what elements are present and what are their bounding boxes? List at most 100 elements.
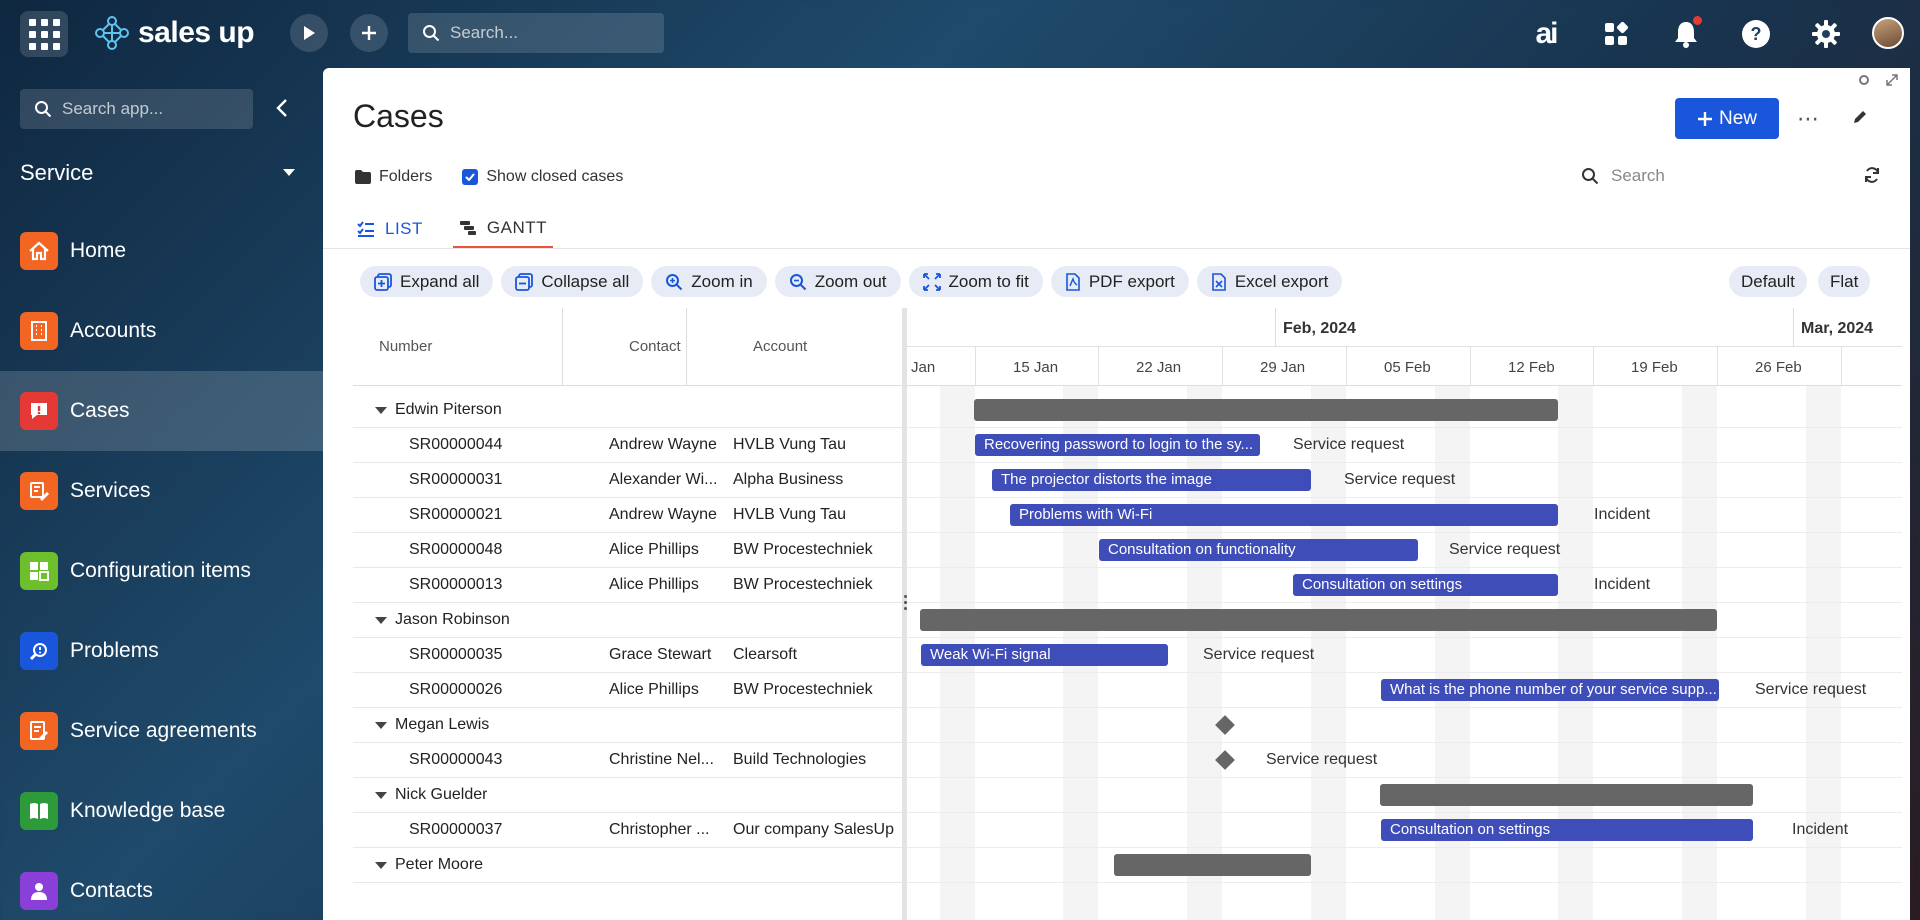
list-search-placeholder: Search — [1611, 166, 1665, 185]
app-search[interactable] — [20, 89, 253, 129]
caret-down-icon[interactable] — [375, 791, 387, 799]
milestone-diamond[interactable] — [1215, 750, 1235, 770]
cases-grid: Number Contact Account Edwin Piterson SR0… — [353, 308, 903, 920]
edit-pencil-icon[interactable] — [1851, 108, 1869, 131]
list-search[interactable]: Search — [1581, 166, 1665, 186]
sidebar-item-accounts[interactable]: Accounts — [0, 291, 323, 371]
panel-settings-icon[interactable] — [1858, 74, 1870, 86]
column-divider[interactable] — [686, 308, 687, 386]
top-bar: sales up ai ? — [0, 0, 1920, 68]
sidebar-item-configuration-items[interactable]: Configuration items — [0, 531, 323, 611]
column-header-contact[interactable]: Contact — [629, 338, 681, 355]
view-default-button[interactable]: Default — [1729, 266, 1807, 297]
summary-bar[interactable] — [1380, 784, 1753, 806]
group-header[interactable]: Megan Lewis — [375, 716, 489, 734]
task-bar[interactable]: What is the phone number of your service… — [1381, 679, 1719, 701]
case-contact: Grace Stewart — [609, 646, 712, 663]
table-row[interactable]: SR00000013 Alice Phillips BW Procestechnie… — [353, 568, 903, 603]
play-button[interactable] — [290, 14, 328, 52]
new-case-button[interactable]: New — [1675, 98, 1779, 139]
show-closed-cases-checkbox[interactable]: Show closed cases — [462, 168, 623, 186]
caret-down-icon[interactable] — [375, 616, 387, 624]
column-header-number[interactable]: Number — [379, 338, 432, 355]
task-bar[interactable]: Consultation on settings — [1381, 819, 1753, 841]
month-divider — [1275, 308, 1276, 347]
task-bar[interactable]: Consultation on functionality — [1099, 539, 1418, 561]
global-search[interactable] — [408, 13, 664, 53]
task-bar[interactable]: Recovering password to login to the sy..… — [975, 434, 1260, 456]
ai-button[interactable]: ai — [1528, 16, 1564, 52]
expand-all-button[interactable]: Expand all — [360, 266, 494, 297]
summary-bar[interactable] — [920, 609, 1717, 631]
task-bar[interactable]: Consultation on settings — [1293, 574, 1558, 596]
sidebar-item-service-agreements[interactable]: Service agreements — [0, 691, 323, 771]
sidebar-item-home[interactable]: Home — [0, 211, 323, 291]
summary-bar[interactable] — [1114, 854, 1311, 876]
month-divider — [1793, 308, 1794, 347]
sidebar-item-cases[interactable]: Cases — [0, 371, 323, 451]
notifications-icon[interactable] — [1668, 16, 1704, 52]
sidebar-item-problems[interactable]: Problems — [0, 611, 323, 691]
brand-logo[interactable]: sales up — [92, 10, 255, 56]
table-row[interactable]: SR00000043 Christine Nel... Build Technolo… — [353, 743, 903, 778]
settings-gear-icon[interactable] — [1808, 16, 1844, 52]
group-header[interactable]: Peter Moore — [375, 856, 483, 874]
table-row[interactable]: SR00000031 Alexander Wi... Alpha Business — [353, 463, 903, 498]
tab-list[interactable]: LIST — [351, 210, 429, 248]
case-account: HVLB Vung Tau — [733, 436, 846, 453]
task-bar[interactable]: Problems with Wi-Fi — [1010, 504, 1558, 526]
table-row[interactable]: SR00000021 Andrew Wayne HVLB Vung Tau — [353, 498, 903, 533]
group-row[interactable]: Peter Moore — [353, 848, 903, 883]
app-search-input[interactable] — [62, 99, 242, 119]
collapse-sidebar-chevron-left-icon[interactable] — [270, 96, 294, 120]
help-icon[interactable]: ? — [1738, 16, 1774, 52]
table-row[interactable]: SR00000026 Alice Phillips BW Procestechnie… — [353, 673, 903, 708]
widgets-icon[interactable] — [1598, 16, 1634, 52]
caret-down-icon[interactable] — [375, 721, 387, 729]
case-contact: Andrew Wayne — [609, 506, 717, 523]
task-bar[interactable]: Weak Wi-Fi signal — [921, 644, 1168, 666]
zoom-in-button[interactable]: Zoom in — [651, 266, 767, 297]
table-row[interactable]: SR00000048 Alice Phillips BW Procestechnie… — [353, 533, 903, 568]
workspace-selector[interactable]: Service — [20, 156, 295, 190]
caret-down-icon[interactable] — [375, 861, 387, 869]
group-header[interactable]: Edwin Piterson — [375, 401, 502, 419]
table-row[interactable]: SR00000035 Grace Stewart Clearsoft — [353, 638, 903, 673]
caret-down-icon[interactable] — [375, 406, 387, 414]
table-row[interactable]: SR00000037 Christopher ... Our company Sal… — [353, 813, 903, 848]
sidebar-item-contacts[interactable]: Contacts — [0, 851, 323, 920]
pdf-export-button[interactable]: PDF export — [1050, 266, 1189, 297]
group-row[interactable]: Edwin Piterson — [353, 393, 903, 428]
global-search-input[interactable] — [450, 23, 640, 43]
table-row[interactable]: SR00000044 Andrew Wayne HVLB Vung Tau — [353, 428, 903, 463]
sidebar-item-services[interactable]: Services — [0, 451, 323, 531]
more-options-icon[interactable]: ⋯ — [1797, 106, 1820, 132]
sidebar-item-label: Problems — [70, 639, 159, 662]
search-icon — [35, 101, 52, 118]
summary-bar[interactable] — [974, 399, 1558, 421]
group-row[interactable]: Megan Lewis — [353, 708, 903, 743]
view-flat-button[interactable]: Flat — [1818, 266, 1871, 297]
group-header[interactable]: Nick Guelder — [375, 786, 487, 804]
user-avatar[interactable] — [1872, 17, 1904, 49]
zoom-to-fit-button[interactable]: Zoom to fit — [908, 266, 1043, 297]
add-button[interactable] — [350, 14, 388, 52]
zoom-out-button[interactable]: Zoom out — [774, 266, 901, 297]
group-header[interactable]: Jason Robinson — [375, 611, 510, 629]
week-divider — [975, 347, 976, 386]
app-launcher-icon[interactable] — [20, 11, 68, 57]
tab-gantt[interactable]: GANTT — [452, 210, 554, 248]
task-bar[interactable]: The projector distorts the image — [992, 469, 1311, 491]
expand-icon[interactable] — [1886, 74, 1898, 86]
case-number: SR00000035 — [409, 646, 503, 663]
collapse-all-button[interactable]: Collapse all — [501, 266, 644, 297]
excel-export-button[interactable]: Excel export — [1196, 266, 1343, 297]
milestone-diamond[interactable] — [1215, 715, 1235, 735]
column-header-account[interactable]: Account — [753, 338, 807, 355]
group-row[interactable]: Jason Robinson — [353, 603, 903, 638]
column-divider[interactable] — [562, 308, 563, 386]
sidebar-item-knowledge-base[interactable]: Knowledge base — [0, 771, 323, 851]
group-row[interactable]: Nick Guelder — [353, 778, 903, 813]
refresh-icon[interactable] — [1863, 166, 1881, 189]
folders-button[interactable]: Folders — [355, 168, 432, 186]
